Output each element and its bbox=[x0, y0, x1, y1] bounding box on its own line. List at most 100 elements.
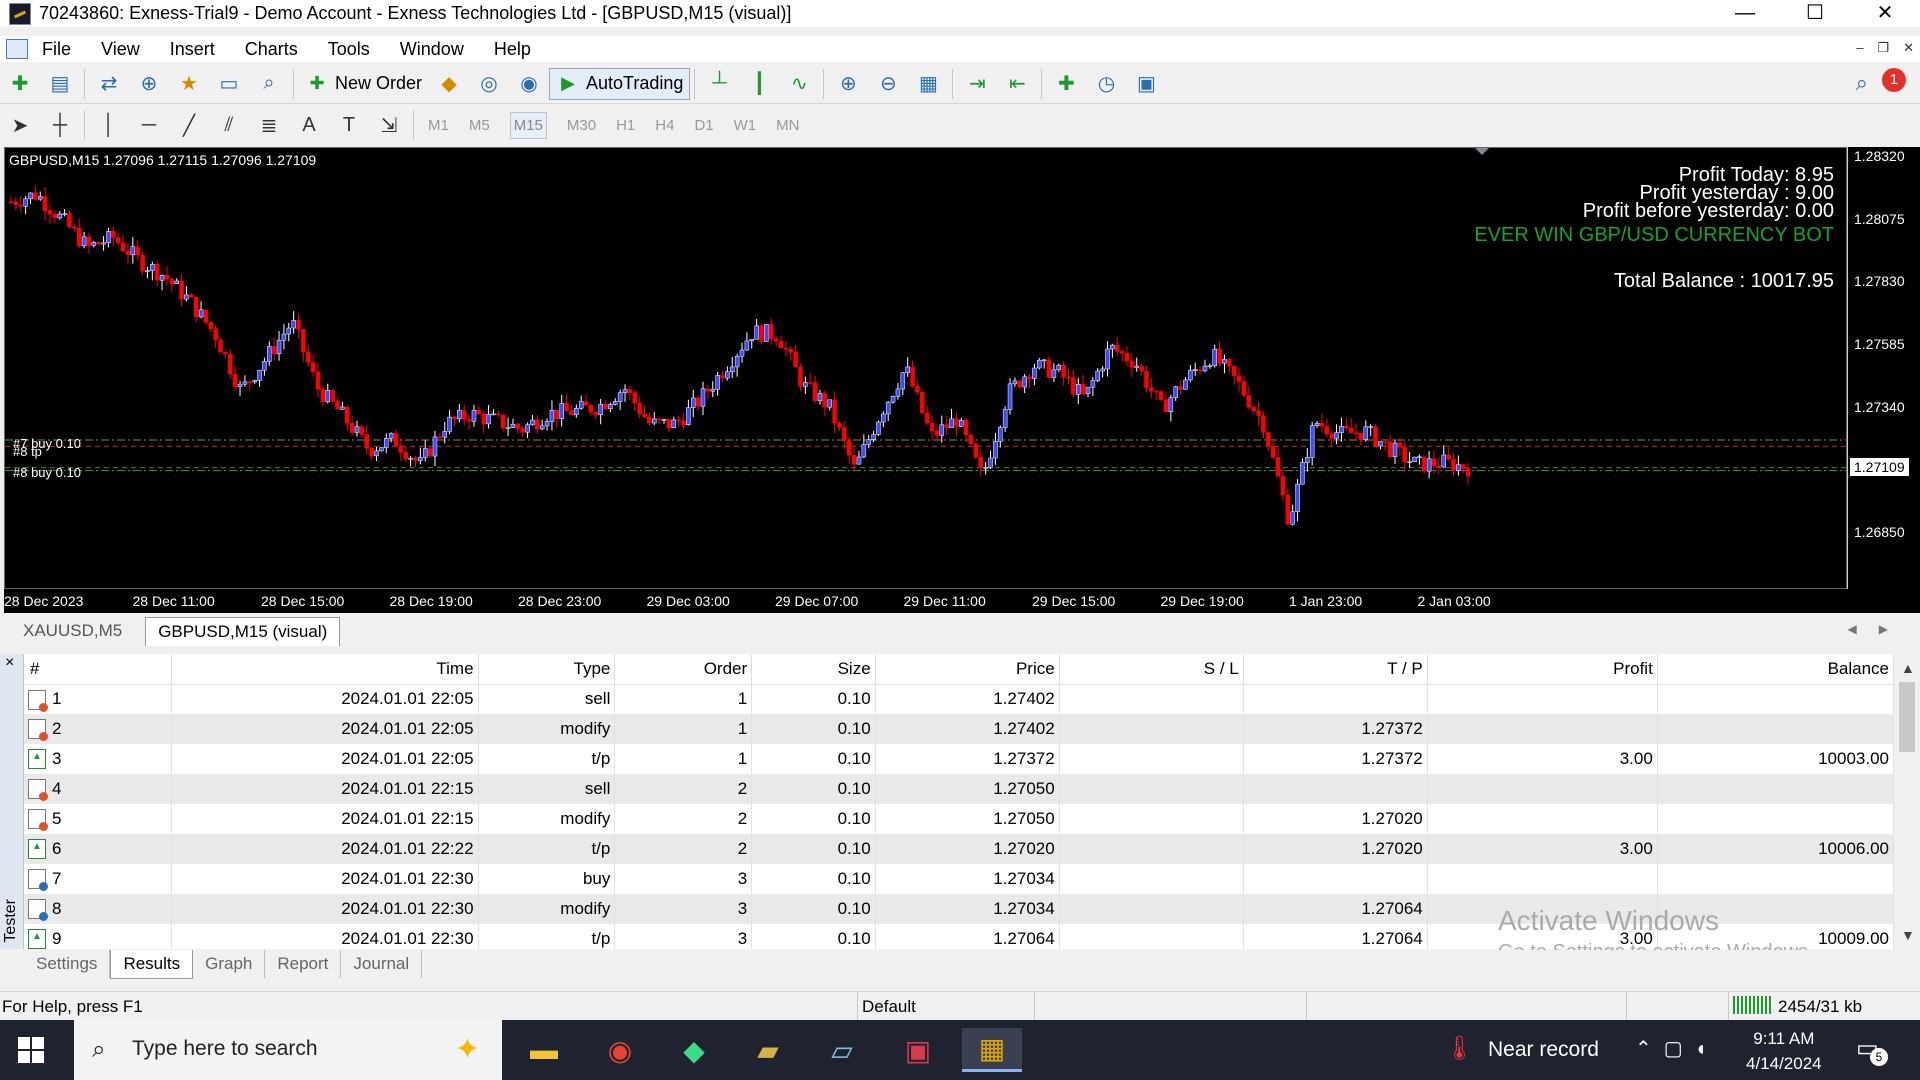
system-tray-icons[interactable]: ⌃▢◖ bbox=[1635, 1036, 1719, 1061]
line-chart-icon[interactable]: ∿ bbox=[784, 69, 814, 99]
app-icon[interactable]: ▣ bbox=[888, 1028, 948, 1072]
vertical-line-icon[interactable]: │ bbox=[94, 111, 124, 139]
results-row[interactable]: 2 2024.01.01 22:05 modify 1 0.10 1.27402 1.273… bbox=[24, 714, 1894, 744]
periods-icon[interactable]: ◷ bbox=[1091, 69, 1121, 99]
menu-file[interactable]: File bbox=[42, 39, 85, 60]
mdi-restore-icon[interactable]: ❐ bbox=[1877, 40, 1889, 56]
col-profit[interactable]: Profit bbox=[1427, 654, 1658, 685]
timeframe-w1[interactable]: W1 bbox=[734, 117, 757, 134]
col-size[interactable]: Size bbox=[751, 654, 876, 685]
auto-scroll-icon[interactable]: ⇥ bbox=[962, 69, 992, 99]
menu-insert[interactable]: Insert bbox=[170, 39, 229, 60]
candlestick-icon[interactable]: ┃ bbox=[744, 69, 774, 99]
trendline-icon[interactable]: ╱ bbox=[174, 111, 204, 139]
menu-view[interactable]: View bbox=[101, 39, 154, 60]
col-sl[interactable]: S / L bbox=[1059, 654, 1244, 685]
price-chart[interactable]: GBPUSD,M15 1.27096 1.27115 1.27096 1.271… bbox=[4, 147, 1847, 589]
weather-icon[interactable]: 🌡 bbox=[1444, 1034, 1474, 1063]
menu-help[interactable]: Help bbox=[494, 39, 545, 60]
tab-gbpusd-m15[interactable]: GBPUSD,M15 (visual) bbox=[145, 617, 341, 646]
signals-icon[interactable]: ◎ bbox=[474, 69, 504, 99]
navigator-icon[interactable]: ★ bbox=[174, 69, 204, 99]
results-row[interactable]: 7 2024.01.01 22:30 buy 3 0.10 1.27034 bbox=[24, 864, 1894, 894]
minimize-button[interactable]: — bbox=[1710, 0, 1780, 27]
tab-settings[interactable]: Settings bbox=[24, 950, 111, 978]
app-icon[interactable]: ▰ bbox=[738, 1028, 798, 1072]
scroll-thumb[interactable] bbox=[1899, 682, 1915, 752]
chart-window-icon[interactable] bbox=[6, 39, 28, 59]
taskbar-search[interactable]: ⌕ Type here to search ✦ bbox=[74, 1020, 502, 1080]
col-price[interactable]: Price bbox=[875, 654, 1060, 685]
results-row[interactable]: 5 2024.01.01 22:15 modify 2 0.10 1.27050 1.270… bbox=[24, 804, 1894, 834]
terminal-icon[interactable]: ▭ bbox=[214, 69, 244, 99]
data-window-icon[interactable]: ⊕ bbox=[134, 69, 164, 99]
tester-close-icon[interactable]: × bbox=[5, 654, 14, 672]
cursor-icon[interactable]: ➤ bbox=[5, 111, 35, 139]
alerts-badge[interactable]: 1 bbox=[1882, 68, 1906, 92]
weather-text[interactable]: Near record bbox=[1488, 1038, 1599, 1062]
autotrading-button[interactable]: ▶ AutoTrading bbox=[549, 67, 691, 100]
results-scrollbar[interactable]: ▲ ▼ bbox=[1894, 654, 1920, 949]
templates-icon[interactable]: ▣ bbox=[1131, 69, 1161, 99]
tab-scroll-arrows[interactable]: ◀▶ bbox=[1848, 622, 1910, 636]
tab-report[interactable]: Report bbox=[265, 950, 342, 978]
fibonacci-icon[interactable]: ≣ bbox=[254, 111, 284, 139]
tab-results[interactable]: Results bbox=[110, 950, 194, 979]
app-icon[interactable]: ▱ bbox=[812, 1028, 872, 1072]
col-order[interactable]: Order bbox=[614, 654, 753, 685]
tab-xauusd-m5[interactable]: XAUUSD,M5 bbox=[10, 616, 135, 646]
timeframe-m5[interactable]: M5 bbox=[469, 117, 490, 134]
results-row[interactable]: 4 2024.01.01 22:15 sell 2 0.10 1.27050 bbox=[24, 774, 1894, 804]
timeframe-m1[interactable]: M1 bbox=[428, 117, 449, 134]
profiles-icon[interactable]: ▤ bbox=[45, 69, 75, 99]
menu-tools[interactable]: Tools bbox=[328, 39, 384, 60]
maximize-button[interactable]: ☐ bbox=[1780, 0, 1850, 27]
arrows-icon[interactable]: ⇲ bbox=[374, 111, 404, 139]
tab-graph[interactable]: Graph bbox=[193, 950, 266, 978]
zoom-out-icon[interactable]: ⊖ bbox=[873, 69, 903, 99]
market-watch-icon[interactable]: ⇄ bbox=[94, 69, 124, 99]
crosshair-icon[interactable]: ┼ bbox=[45, 111, 75, 139]
col-time[interactable]: Time bbox=[171, 654, 479, 685]
timeframe-m30[interactable]: M30 bbox=[567, 117, 596, 134]
strategy-tester-icon[interactable]: ⌕ bbox=[254, 69, 284, 99]
text-icon[interactable]: A bbox=[294, 111, 324, 139]
price-axis[interactable]: 1.28320 1.28075 1.27830 1.27585 1.27340 1.271… bbox=[1847, 147, 1920, 589]
mdi-close-icon[interactable]: ✕ bbox=[1903, 40, 1914, 56]
col-tp[interactable]: T / P bbox=[1243, 654, 1428, 685]
new-order-button[interactable]: ✚ New Order bbox=[298, 68, 429, 100]
timeframe-mn[interactable]: MN bbox=[776, 117, 799, 134]
chrome-icon[interactable]: ◉ bbox=[590, 1028, 650, 1072]
results-row[interactable]: 1 2024.01.01 22:05 sell 1 0.10 1.27402 bbox=[24, 684, 1894, 714]
timeframe-d1[interactable]: D1 bbox=[694, 117, 713, 134]
exness-terminal-icon[interactable]: ▦ bbox=[962, 1028, 1022, 1072]
menu-window[interactable]: Window bbox=[400, 39, 478, 60]
bar-chart-icon[interactable]: ┴ bbox=[704, 69, 734, 99]
file-explorer-icon[interactable]: ▬ bbox=[514, 1028, 574, 1072]
app-icon[interactable]: ◆ bbox=[664, 1028, 724, 1072]
notification-icon[interactable]: ▭ 5 bbox=[1856, 1034, 1888, 1066]
search-icon[interactable]: ⌕ bbox=[1856, 70, 1868, 96]
text-label-icon[interactable]: T bbox=[334, 111, 364, 139]
windows-start-icon[interactable] bbox=[18, 1037, 44, 1063]
time-axis[interactable]: 28 Dec 2023 28 Dec 11:00 28 Dec 15:00 28 De… bbox=[4, 589, 1847, 613]
timeframe-h4[interactable]: H4 bbox=[655, 117, 674, 134]
chart-shift-icon[interactable]: ⇤ bbox=[1002, 69, 1032, 99]
market-icon[interactable]: ◉ bbox=[514, 69, 544, 99]
results-row[interactable]: 62024.01.01 22:22t/p20.101.270201.270203… bbox=[24, 834, 1894, 864]
equidistant-channel-icon[interactable]: ⫽ bbox=[214, 111, 244, 139]
col-balance[interactable]: Balance bbox=[1657, 654, 1894, 685]
mdi-minimize-icon[interactable]: ‒ bbox=[1856, 40, 1863, 56]
zoom-in-icon[interactable]: ⊕ bbox=[833, 69, 863, 99]
timeframe-m15[interactable]: M15 bbox=[509, 111, 547, 139]
timeframe-h1[interactable]: H1 bbox=[616, 117, 635, 134]
scroll-down-icon[interactable]: ▼ bbox=[1901, 927, 1915, 943]
indicators-icon[interactable]: ✚ bbox=[1051, 69, 1081, 99]
horizontal-line-icon[interactable]: ─ bbox=[134, 111, 164, 139]
col-type[interactable]: Type bbox=[478, 654, 616, 685]
close-button[interactable]: ✕ bbox=[1850, 0, 1920, 27]
scroll-up-icon[interactable]: ▲ bbox=[1901, 660, 1915, 676]
tile-windows-icon[interactable]: ▦ bbox=[913, 69, 943, 99]
results-row[interactable]: 32024.01.01 22:05t/p10.101.273721.273723… bbox=[24, 744, 1894, 774]
taskbar-clock[interactable]: 9:11 AM 4/14/2024 bbox=[1746, 1026, 1822, 1076]
